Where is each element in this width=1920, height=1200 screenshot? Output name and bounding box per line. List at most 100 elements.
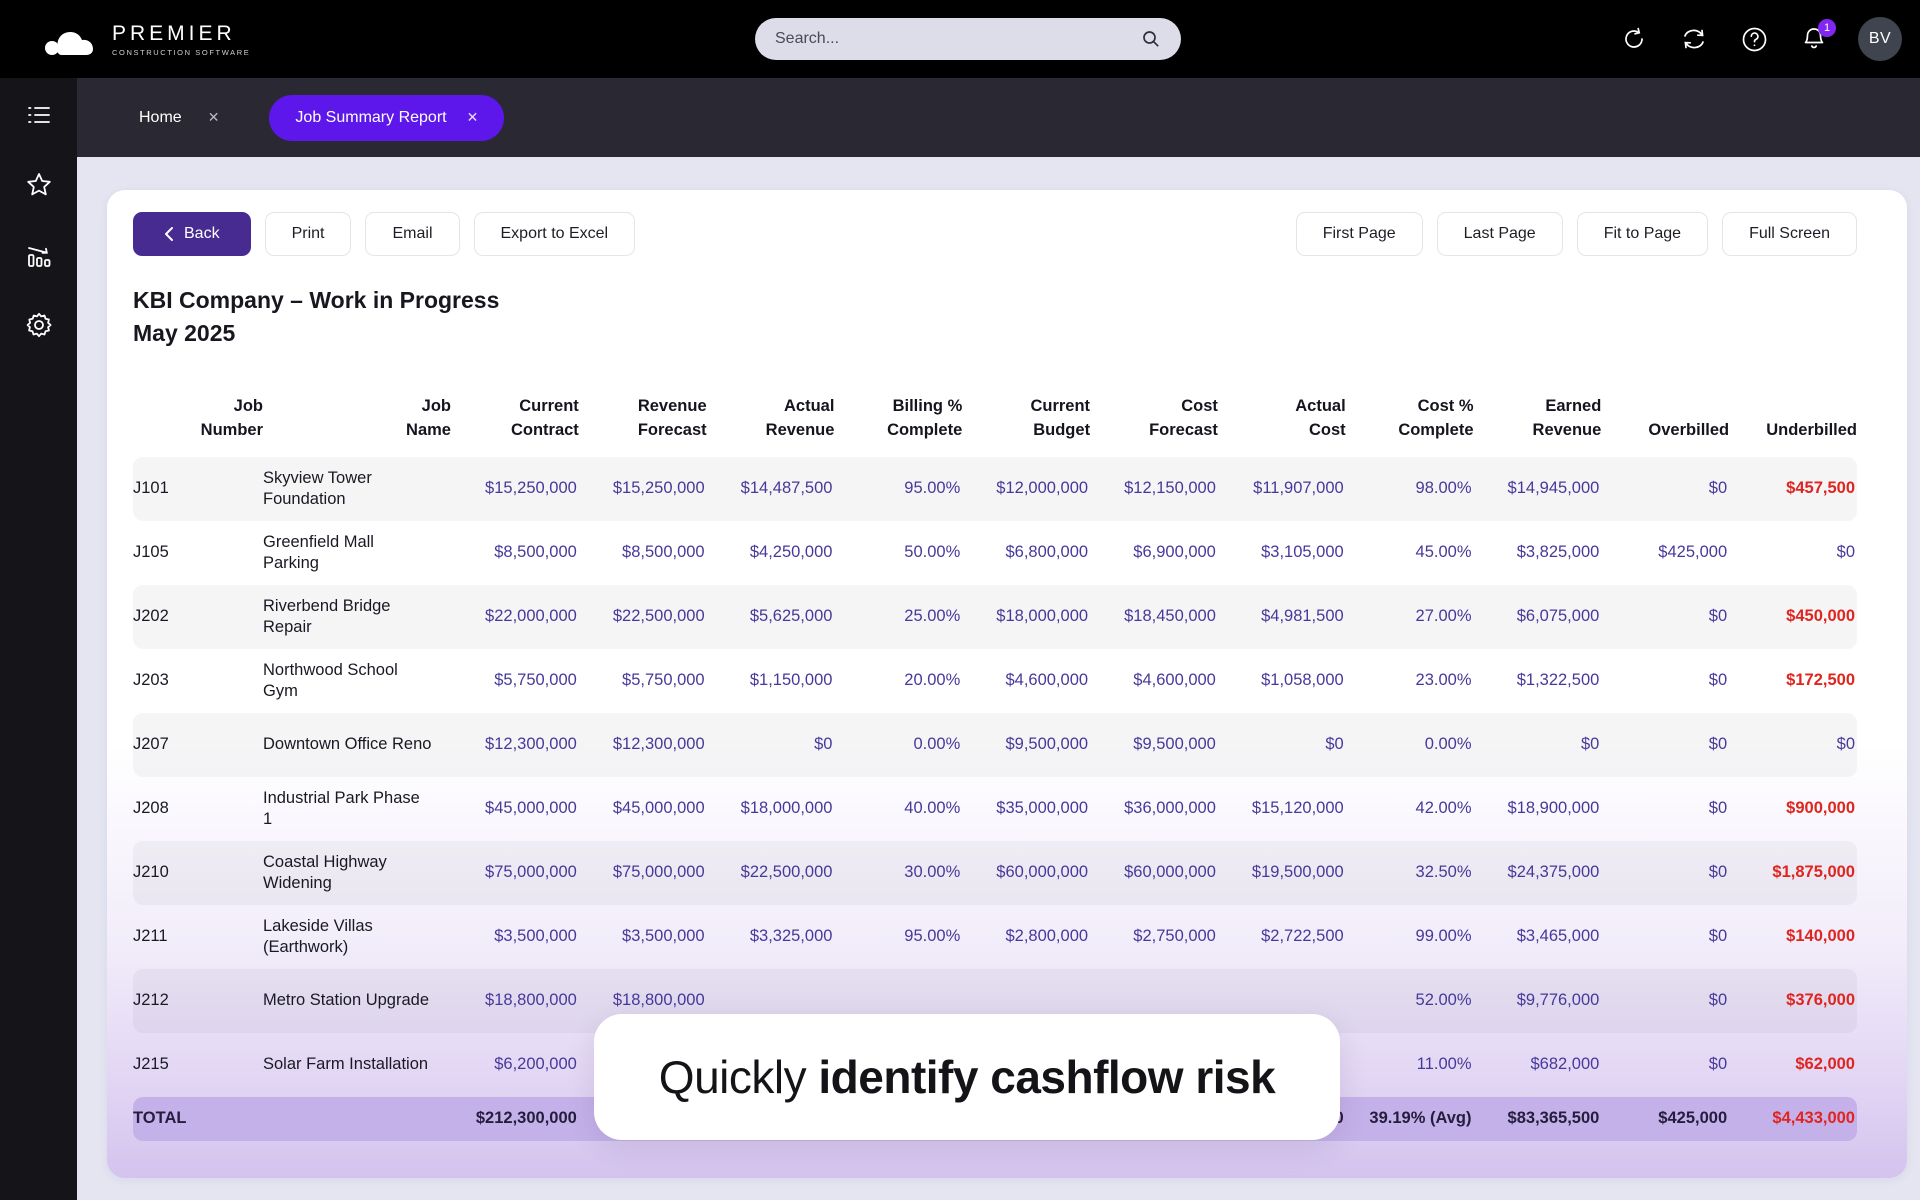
table-cell: 0.00% <box>834 713 963 778</box>
table-cell: $0 <box>1601 969 1730 1034</box>
global-search[interactable] <box>755 18 1181 60</box>
table-cell: $140,000 <box>1786 927 1855 946</box>
avatar[interactable]: BV <box>1858 17 1902 61</box>
table-cell: 39.19% (Avg) <box>1345 1097 1474 1142</box>
tab-job-summary-report[interactable]: Job Summary Report ✕ <box>269 94 505 141</box>
table-cell: $83,365,500 <box>1473 1097 1602 1142</box>
top-bar: PREMIER CONSTRUCTION SOFTWARE Search... … <box>0 0 1920 78</box>
table-cell: $9,500,000 <box>962 713 1091 778</box>
notifications-bell-icon[interactable]: 1 <box>1798 19 1836 55</box>
report-title: KBI Company – Work in Progress <box>133 287 500 313</box>
table-cell: 45.00% <box>1415 543 1472 562</box>
wip-table-header: Job Number Job Name Current Contract Revenue Fo… <box>133 395 1857 457</box>
table-cell: $6,800,000 <box>1005 543 1089 562</box>
table-row: J208 Industrial Park Phase 1 $45,000,000 $4… <box>133 777 1857 841</box>
table-cell: $6,900,000 <box>1133 543 1216 562</box>
table-cell: 40.00% <box>904 799 961 818</box>
table-header-row: Job Number Job Name Current Contract Revenue Fo… <box>133 395 1857 457</box>
tab-home-close-icon[interactable]: ✕ <box>208 109 220 126</box>
table-cell: $3,500,000 <box>494 927 577 946</box>
table-row: J202 Riverbend Bridge Repair $22,000,000 $2… <box>133 585 1857 650</box>
table-cell: $1,322,500 <box>1516 671 1600 690</box>
brand-subtitle: CONSTRUCTION SOFTWARE <box>112 47 251 57</box>
table-cell: 30.00% <box>834 841 963 906</box>
last-page-button[interactable]: Last Page <box>1436 212 1563 256</box>
table-cell: $1,875,000 <box>1729 841 1857 906</box>
table-cell: $18,800,000 <box>451 969 579 1034</box>
export-to-excel-button[interactable]: Export to Excel <box>473 212 636 256</box>
table-cell: $18,000,000 <box>740 799 833 818</box>
table-cell: $36,000,000 <box>1124 799 1216 818</box>
table-cell: Industrial Park Phase 1 <box>263 788 420 829</box>
table-cell: $457,500 <box>1729 457 1857 522</box>
table-cell: Solar Farm Installation <box>263 1055 429 1074</box>
table-cell: 98.00% <box>1345 457 1474 522</box>
table-cell: $8,500,000 <box>622 543 705 562</box>
table-cell: J105 <box>133 543 169 562</box>
table-cell: 25.00% <box>834 585 963 650</box>
table-header-cell: Current Budget <box>1030 397 1091 440</box>
table-cell <box>263 1097 451 1142</box>
table-cell: $45,000,000 <box>612 799 705 818</box>
table-header-cell: Current Contract <box>510 397 579 440</box>
table-cell: 32.50% <box>1345 841 1474 906</box>
table-cell: $6,200,000 <box>494 1055 577 1074</box>
table-cell: 50.00% <box>904 543 961 562</box>
table-cell: $4,250,000 <box>749 543 833 562</box>
table-cell: $3,325,000 <box>749 927 833 946</box>
table-cell: $75,000,000 <box>451 841 579 906</box>
table-cell: $22,000,000 <box>451 585 579 650</box>
table-cell: $0 <box>1473 713 1602 778</box>
favorites-star-icon[interactable] <box>24 170 54 200</box>
table-cell: J211 <box>133 927 168 946</box>
table-cell: $1,150,000 <box>749 671 833 690</box>
tab-home-label: Home <box>139 108 182 126</box>
table-cell: $4,433,000 <box>1729 1097 1857 1142</box>
table-cell: $0 <box>1601 585 1730 650</box>
table-cell: J208 <box>133 799 169 818</box>
settings-gear-icon[interactable] <box>24 310 54 340</box>
table-cell: $0 <box>1601 841 1730 906</box>
full-screen-button[interactable]: Full Screen <box>1722 212 1857 256</box>
tab-home[interactable]: Home ✕ <box>139 109 219 127</box>
table-cell: J215 <box>133 1055 169 1074</box>
fit-to-page-button[interactable]: Fit to Page <box>1576 212 1709 256</box>
table-cell: $14,487,500 <box>706 457 835 522</box>
table-cell: $1,058,000 <box>1261 671 1344 690</box>
table-cell: $0 <box>1836 543 1855 562</box>
table-cell: $18,450,000 <box>1090 585 1218 650</box>
table-cell: $19,500,000 <box>1217 841 1346 906</box>
first-page-button[interactable]: First Page <box>1295 212 1423 256</box>
menu-list-icon[interactable] <box>24 100 54 130</box>
table-row: J101 Skyview Tower Foundation $15,250,000 $… <box>133 457 1857 522</box>
table-cell: $35,000,000 <box>996 799 1089 818</box>
email-button[interactable]: Email <box>365 212 460 256</box>
table-cell: $18,900,000 <box>1507 799 1600 818</box>
table-cell: 95.00% <box>834 457 963 522</box>
sync-icon[interactable] <box>1678 23 1710 55</box>
table-row: J210 Coastal Highway Widening $75,000,000 $… <box>133 841 1857 906</box>
premier-logo: PREMIER CONSTRUCTION SOFTWARE <box>44 21 250 57</box>
table-cell: $0 <box>1601 713 1730 778</box>
table-header-cell: Job Number <box>200 397 263 440</box>
table-cell: 11.00% <box>1416 1055 1472 1074</box>
tab-job-summary-close-icon[interactable]: ✕ <box>467 109 479 126</box>
table-cell: $3,825,000 <box>1516 543 1600 562</box>
table-cell: $3,105,000 <box>1261 543 1344 562</box>
table-cell: Coastal Highway Widening <box>263 841 451 906</box>
print-button[interactable]: Print <box>264 212 352 256</box>
refresh-icon[interactable] <box>1618 23 1650 55</box>
help-icon[interactable] <box>1738 23 1770 55</box>
reports-chart-icon[interactable] <box>24 240 54 270</box>
table-cell: J101 <box>133 457 263 522</box>
caption-overlay: Quickly identify cashflow risk <box>594 1014 1340 1140</box>
table-cell: $0 <box>1729 713 1857 778</box>
table-cell: TOTAL <box>133 1097 263 1142</box>
search-icon[interactable] <box>1141 29 1161 49</box>
table-cell: $60,000,000 <box>962 841 1091 906</box>
back-button[interactable]: Back <box>133 212 251 256</box>
brand-name: PREMIER <box>112 21 236 45</box>
table-cell: $12,300,000 <box>578 713 707 778</box>
search-input[interactable] <box>775 30 1141 48</box>
table-cell: $0 <box>1601 457 1730 522</box>
